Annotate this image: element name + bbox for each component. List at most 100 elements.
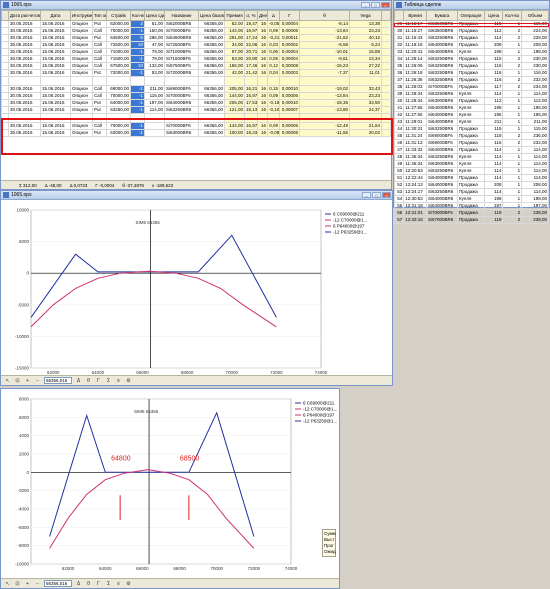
table-cell[interactable]: 13,38 bbox=[349, 20, 382, 28]
trade-cell[interactable]: 11:20:41 bbox=[403, 48, 428, 56]
table-cell[interactable]: 0,00008 bbox=[279, 62, 300, 70]
trade-cell[interactable]: 41 bbox=[393, 104, 405, 112]
trade-cell[interactable]: 2 bbox=[502, 55, 523, 63]
trade-cell[interactable]: Продажа bbox=[457, 55, 485, 63]
table-row[interactable]: 30.05.2016 15.06.2016 Опцион Call 70000,00 -1… bbox=[1, 27, 391, 35]
table-cell[interactable]: 30.05.2016 bbox=[8, 122, 41, 130]
table-cell[interactable]: Call bbox=[92, 85, 107, 93]
table-cell[interactable]: Put bbox=[92, 69, 107, 77]
trade-row[interactable]: 47 11:33:32 Si64000BR6 Продажа 114 1 114,00 bbox=[393, 146, 549, 154]
table-cell[interactable]: 0,00002 bbox=[279, 41, 300, 49]
trade-cell[interactable]: 208 bbox=[483, 181, 504, 189]
trade-cell[interactable]: 32 bbox=[393, 41, 405, 49]
zoom-in-icon[interactable]: + bbox=[24, 580, 31, 587]
table-cell[interactable] bbox=[299, 76, 350, 86]
trade-cell[interactable]: Si64000BR6 bbox=[426, 174, 459, 182]
table-row[interactable]: 30.05.2016 15.06.2016 Опцион Call 70000,00 -1… bbox=[1, 92, 391, 100]
trade-row[interactable]: 50 12:20:53 Si63250BR6 Купля 114 1 114,00 bbox=[393, 167, 549, 175]
column-header[interactable]: Инструмент bbox=[70, 10, 93, 21]
trade-cell[interactable]: Si63250BR6 bbox=[426, 188, 459, 196]
trade-cell[interactable]: Продажа bbox=[457, 146, 485, 154]
table-cell[interactable] bbox=[349, 113, 382, 123]
trade-cell[interactable]: 43 bbox=[393, 118, 405, 126]
trade-cell[interactable]: 208 bbox=[483, 41, 504, 49]
row-selector[interactable] bbox=[1, 122, 9, 130]
table-cell[interactable]: Si71000BF6 bbox=[164, 48, 199, 56]
table-cell[interactable]: 0,00007 bbox=[279, 106, 300, 114]
table-cell[interactable]: 16 bbox=[257, 41, 268, 49]
table-cell[interactable]: 30.05.2016 bbox=[8, 55, 41, 63]
trade-cell[interactable]: 11:29:01 bbox=[403, 118, 428, 126]
trade-cell[interactable]: 39 bbox=[393, 90, 405, 98]
trade-cell[interactable]: 11:15:17 bbox=[403, 20, 428, 28]
trade-cell[interactable]: 11:25:14 bbox=[403, 55, 428, 63]
trade-cell[interactable]: 1 bbox=[502, 48, 523, 56]
table-cell[interactable]: 15.06.2016 bbox=[40, 48, 71, 56]
table-cell[interactable]: 15.06.2016 bbox=[40, 41, 71, 49]
table-cell[interactable]: 64000,00 bbox=[106, 99, 131, 107]
trade-cell[interactable]: Si64000BR6 bbox=[426, 195, 459, 203]
trade-cell[interactable]: 211,00 bbox=[521, 118, 549, 126]
table-cell[interactable]: 66356,00 bbox=[198, 55, 225, 63]
trade-cell[interactable]: 1 bbox=[502, 20, 523, 28]
table-cell[interactable]: 15.06.2016 bbox=[40, 20, 71, 28]
table-cell[interactable]: 30.05.2016 bbox=[8, 92, 41, 100]
column-header[interactable]: Тип опциона bbox=[92, 10, 107, 21]
table-cell[interactable]: -11,55 bbox=[299, 129, 350, 137]
table-row[interactable]: 30.05.2016 15.06.2016 Опцион Call 71000,00 -1… bbox=[1, 48, 391, 56]
gamma-icon[interactable]: Γ bbox=[95, 580, 102, 587]
trade-cell[interactable]: 114,00 bbox=[521, 153, 549, 161]
trade-cell[interactable]: Si63250BR6 bbox=[426, 34, 459, 42]
table-cell[interactable]: 0,00010 bbox=[279, 99, 300, 107]
table-cell[interactable]: 53,00 bbox=[144, 69, 165, 77]
trade-cell[interactable]: 2 bbox=[502, 209, 523, 217]
trade-cell[interactable]: 115 bbox=[483, 20, 504, 28]
trade-cell[interactable]: 54 bbox=[393, 195, 405, 203]
table-cell[interactable]: -13,84 bbox=[299, 92, 350, 100]
table-cell[interactable]: 114,00 bbox=[144, 106, 165, 114]
trades-column-header[interactable]: Кол-во bbox=[502, 10, 523, 21]
table-row[interactable]: 30.05.2016 15.06.2016 Опцион Call 69000,00 -1… bbox=[1, 85, 391, 93]
trade-cell[interactable]: Продажа bbox=[457, 34, 485, 42]
row-selector[interactable] bbox=[1, 48, 9, 56]
table-cell[interactable]: Call bbox=[92, 62, 107, 70]
trade-cell[interactable]: 52 bbox=[393, 181, 405, 189]
table-cell[interactable]: 47,00 bbox=[144, 41, 165, 49]
fit-icon[interactable]: ⊡ bbox=[14, 377, 21, 384]
trade-row[interactable]: 35 11:26:06 Si63250BR6 Продажа 115 2 230,00 bbox=[393, 62, 549, 70]
trade-cell[interactable]: 114,00 bbox=[521, 174, 549, 182]
table-cell[interactable]: 63000,00 bbox=[106, 129, 131, 137]
table-cell[interactable]: 70000,00 bbox=[106, 27, 131, 35]
table-cell[interactable]: 66356,00 bbox=[198, 85, 225, 93]
trade-cell[interactable]: Купля bbox=[457, 167, 485, 175]
delta-icon[interactable]: Δ bbox=[75, 377, 82, 384]
trade-cell[interactable]: Si63250BR6 bbox=[426, 153, 459, 161]
table-cell[interactable]: -5 bbox=[130, 34, 145, 42]
row-selector[interactable] bbox=[1, 20, 9, 28]
table-cell[interactable] bbox=[164, 113, 199, 123]
table-cell[interactable]: 15.06.2016 bbox=[40, 34, 71, 42]
theta-icon[interactable]: θ bbox=[85, 377, 92, 384]
table-cell[interactable]: -1 bbox=[130, 129, 145, 137]
table-cell[interactable]: Si71500BF6 bbox=[164, 55, 199, 63]
trade-cell[interactable]: Продажа bbox=[457, 62, 485, 70]
trade-cell[interactable]: 1 bbox=[502, 188, 523, 196]
trade-cell[interactable]: 1 bbox=[502, 202, 523, 210]
trade-cell[interactable]: 1 bbox=[502, 174, 523, 182]
table-cell[interactable]: 0,00003 bbox=[279, 69, 300, 77]
minimize-icon[interactable]: – bbox=[361, 2, 370, 8]
trade-cell[interactable]: Si63500BR6 bbox=[426, 27, 459, 35]
trade-cell[interactable]: 197,00 bbox=[521, 202, 549, 210]
trade-cell[interactable]: Продажа bbox=[457, 188, 485, 196]
table-cell[interactable] bbox=[8, 113, 41, 123]
trade-cell[interactable]: 1 bbox=[502, 153, 523, 161]
trade-cell[interactable]: 234,00 bbox=[521, 83, 549, 91]
trade-cell[interactable]: 40 bbox=[393, 97, 405, 105]
trade-cell[interactable]: Продажа bbox=[457, 27, 485, 35]
column-header[interactable]: Δ bbox=[267, 10, 280, 21]
table-cell[interactable]: 16 bbox=[257, 92, 268, 100]
trade-cell[interactable]: 195,00 bbox=[521, 111, 549, 119]
table-cell[interactable]: Опцион bbox=[70, 27, 93, 35]
zoom-in-icon[interactable]: + bbox=[24, 377, 31, 384]
table-cell[interactable]: 286,00 bbox=[144, 34, 165, 42]
